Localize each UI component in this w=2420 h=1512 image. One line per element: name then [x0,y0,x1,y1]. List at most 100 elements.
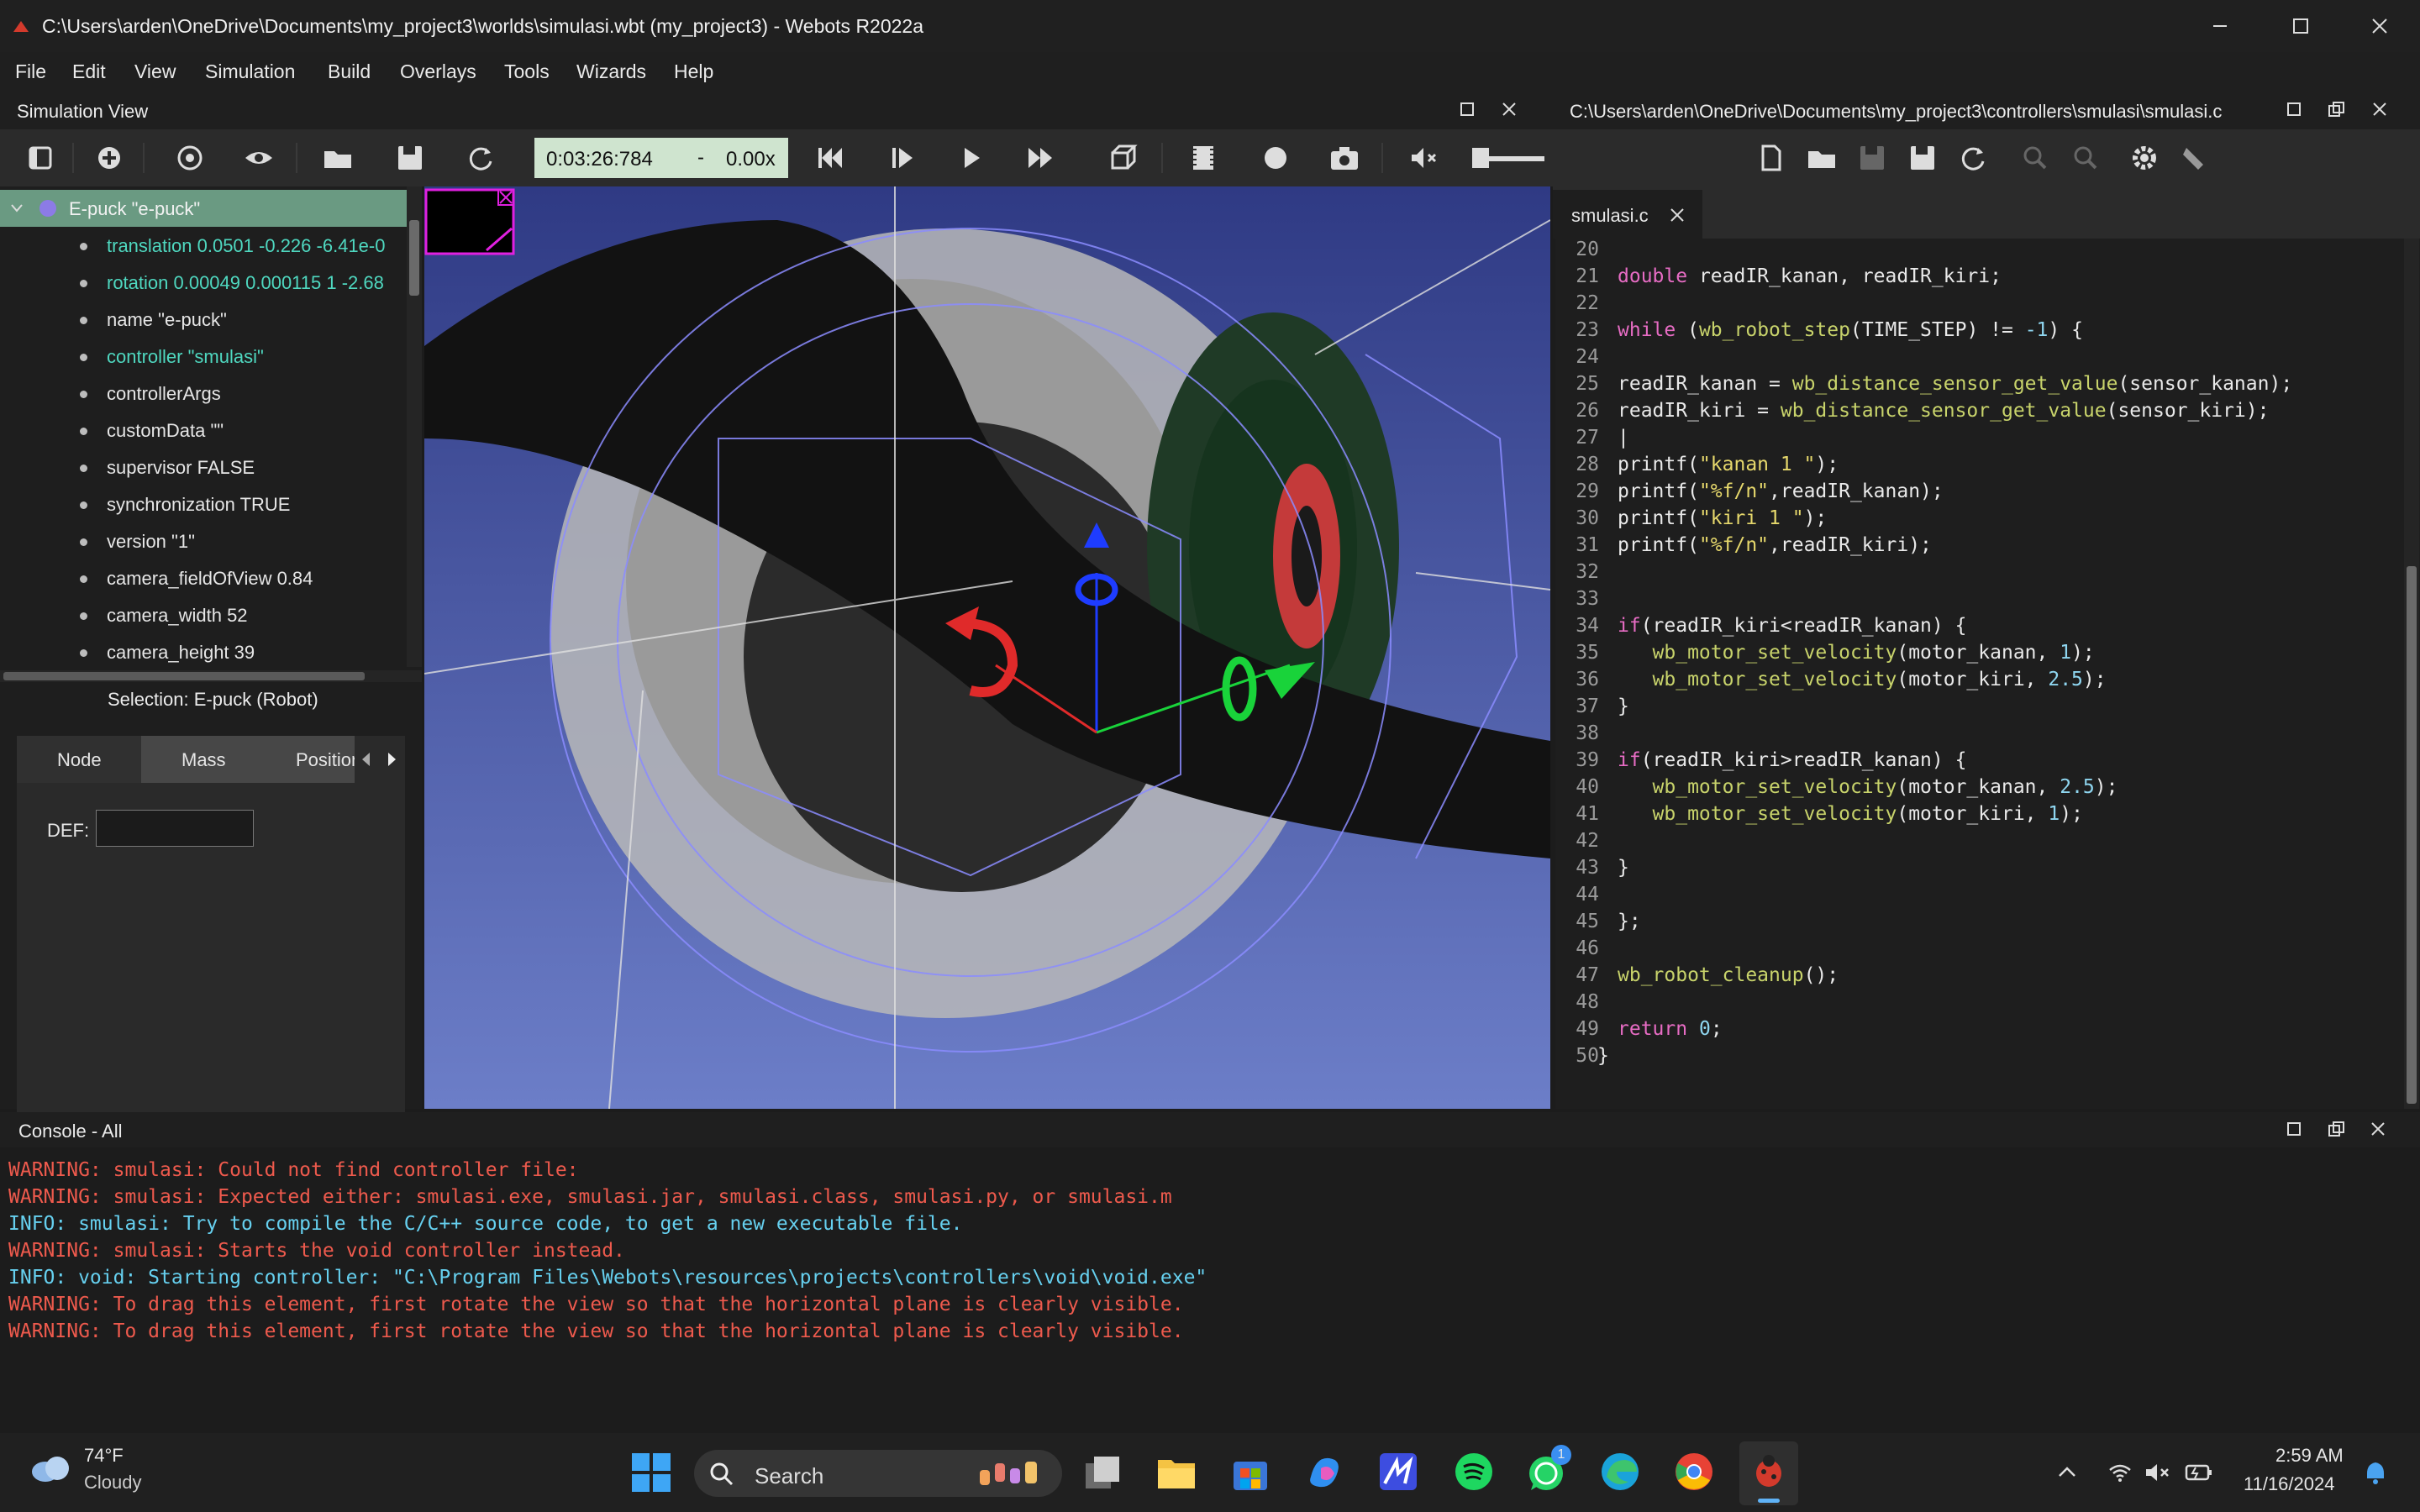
undock-panel-icon[interactable] [2328,1121,2346,1139]
field-label: controller "smulasi" [107,346,264,367]
maximize-button[interactable] [2284,12,2317,40]
reload-world-icon[interactable] [462,139,499,176]
dev-app-icon[interactable] [1378,1452,1418,1492]
close-panel-icon[interactable] [2370,1121,2388,1139]
build-settings-gear-icon[interactable] [2126,139,2163,176]
float-panel-icon[interactable] [2286,1121,2304,1139]
toggle-scene-tree-icon[interactable] [22,139,59,176]
edge-icon[interactable] [1600,1452,1640,1492]
tab-position[interactable]: Position [267,736,355,783]
battery-icon[interactable] [2185,1462,2213,1483]
speed-separator: - [697,146,704,169]
tree-field-customdata[interactable]: customData "" [0,412,420,449]
tree-horizontal-scrollbar[interactable] [0,670,422,682]
volume-muted-icon[interactable] [2144,1462,2171,1483]
menu-tools[interactable]: Tools [504,60,550,83]
reset-view-icon[interactable] [171,139,208,176]
float-panel-icon[interactable] [2286,101,2304,119]
chrome-icon[interactable] [1674,1452,1714,1492]
clean-broom-icon[interactable] [2176,139,2213,176]
scrollbar-thumb[interactable] [3,672,365,680]
tab-scroll-right-icon[interactable] [385,751,398,768]
tree-field-rotation[interactable]: rotation 0.00049 0.000115 1 -2.68 [0,264,420,301]
3d-viewport[interactable] [424,186,1550,1109]
tab-node[interactable]: Node [17,736,141,783]
tree-field-version[interactable]: version "1" [0,522,420,559]
menu-file[interactable]: File [15,60,46,83]
code-editor[interactable]: 20 21 double readIR_kanan, readIR_kiri; 2… [1555,239,2420,1109]
microsoft-store-icon[interactable] [1230,1452,1270,1492]
tree-field-camera-height[interactable]: camera_height 39 [0,633,420,667]
tree-vertical-scrollbar[interactable] [407,186,422,667]
menu-help[interactable]: Help [674,60,713,83]
collapse-arrow-icon[interactable] [10,202,24,215]
new-file-icon[interactable] [1753,139,1790,176]
tree-field-synchronization[interactable]: synchronization TRUE [0,486,420,522]
mute-icon[interactable] [1405,139,1442,176]
save-world-icon[interactable] [392,139,429,176]
webots-taskbar-button[interactable] [1739,1441,1798,1505]
tree-field-supervisor[interactable]: supervisor FALSE [0,449,420,486]
reset-simulation-icon[interactable] [812,139,849,176]
menu-overlays[interactable]: Overlays [400,60,476,83]
open-file-icon[interactable] [1803,139,1840,176]
wifi-icon[interactable] [2107,1462,2133,1483]
tree-field-name[interactable]: name "e-puck" [0,301,420,338]
float-panel-icon[interactable] [1459,101,1477,119]
search-box[interactable]: Search [694,1450,1062,1497]
revert-file-icon[interactable] [1954,139,1991,176]
file-explorer-icon[interactable] [1156,1453,1197,1492]
tree-field-controller[interactable]: controller "smulasi" [0,338,420,375]
tab-scroll-left-icon[interactable] [360,751,373,768]
find-icon[interactable] [2017,139,2054,176]
menu-wizards[interactable]: Wizards [576,60,646,83]
spotify-icon[interactable] [1454,1452,1494,1492]
3d-scene[interactable] [424,186,1550,1109]
replace-icon[interactable] [2067,139,2104,176]
close-panel-icon[interactable] [1501,101,1519,119]
close-tab-icon[interactable] [1669,207,1686,223]
cloud-icon[interactable] [29,1448,76,1485]
minimize-button[interactable] [2203,12,2237,40]
screenshot-icon[interactable] [1326,139,1363,176]
record-movie-icon[interactable] [1185,139,1222,176]
play-icon[interactable] [953,139,990,176]
step-icon[interactable] [884,139,921,176]
add-node-icon[interactable] [91,139,128,176]
save-all-icon[interactable] [1904,139,1941,176]
menu-build[interactable]: Build [328,60,371,83]
record-animation-icon[interactable] [1257,139,1294,176]
tree-field-camera-fov[interactable]: camera_fieldOfView 0.84 [0,559,420,596]
tree-node-epuck[interactable]: E-puck "e-puck" [0,190,407,227]
undock-panel-icon[interactable] [2328,101,2346,119]
tree-field-controllerargs[interactable]: controllerArgs [0,375,420,412]
menu-edit[interactable]: Edit [72,60,106,83]
fast-forward-icon[interactable] [1022,139,1059,176]
windows-start-icon[interactable] [632,1453,671,1492]
console-line: WARNING: To drag this element, first rot… [8,1294,1184,1315]
code-line: 45}; [1576,911,1641,932]
tree-field-translation[interactable]: translation 0.0501 -0.226 -6.41e-0 [0,227,420,264]
tab-smulasi-c[interactable]: smulasi.c [1553,190,1702,239]
volume-slider-handle[interactable] [1472,148,1489,168]
task-view-icon[interactable] [1084,1455,1123,1492]
def-input[interactable] [96,810,254,847]
menu-simulation[interactable]: Simulation [205,60,295,83]
open-world-icon[interactable] [319,139,356,176]
close-panel-icon[interactable] [2371,101,2390,119]
close-button[interactable] [2363,12,2396,40]
scrollbar-thumb[interactable] [2407,566,2417,1104]
field-label: translation 0.0501 -0.226 -6.41e-0 [107,235,386,256]
editor-scrollbar[interactable] [2404,239,2419,1109]
notification-bell-icon[interactable] [2363,1460,2388,1487]
tree-field-camera-width[interactable]: camera_width 52 [0,596,420,633]
eye-icon[interactable] [240,139,277,176]
scrollbar-thumb[interactable] [409,220,419,296]
copilot-icon[interactable] [1304,1452,1344,1492]
menu-view[interactable]: View [134,60,176,83]
rendering-toggle-icon[interactable] [1104,139,1141,176]
chevron-up-icon[interactable] [2057,1463,2077,1480]
tab-mass[interactable]: Mass [141,736,267,783]
console-output[interactable]: WARNING: smulasi: Could not find control… [0,1147,2420,1433]
save-file-icon[interactable] [1854,139,1891,176]
